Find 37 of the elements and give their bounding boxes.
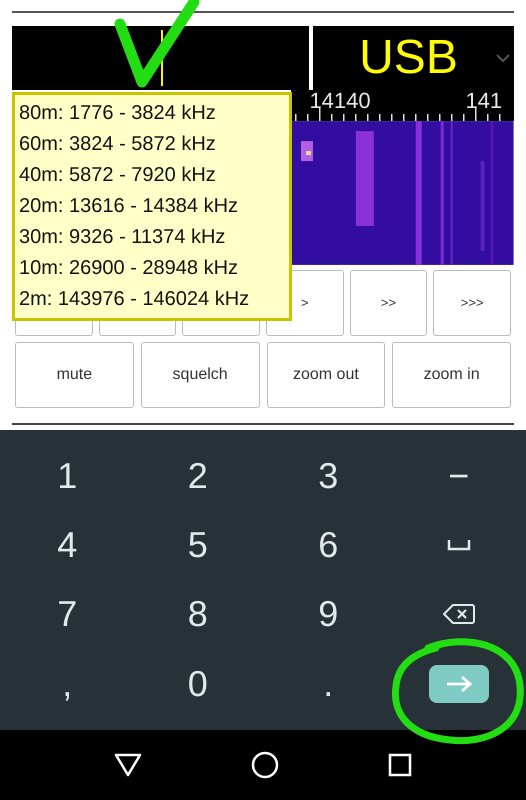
recents-icon[interactable] [388,753,412,778]
frequency-field[interactable] [12,26,309,90]
ruler-label: 14140 [309,90,371,112]
band-option[interactable]: 40m: 5872 - 7920 kHz [19,160,285,191]
keyboard-key[interactable]: . [317,666,340,702]
mode-dropdown[interactable]: USB [313,26,514,90]
chevron-down-icon [496,54,510,63]
keyboard-key[interactable]: 5 [182,527,214,564]
keyboard-key[interactable]: 6 [312,527,344,564]
keyboard-key[interactable]: 1 [51,458,84,494]
keyboard-key[interactable]: 9 [312,596,344,632]
arrow-right-icon [444,674,473,693]
band-option[interactable]: 80m: 1776 - 3824 kHz [19,98,285,129]
keyboard-key[interactable]: 7 [51,596,84,632]
control-button[interactable]: zoom in [392,342,511,408]
home-icon[interactable] [250,751,279,780]
keyboard-key[interactable]: − [442,458,476,494]
back-icon[interactable] [114,753,142,778]
control-button[interactable]: zoom out [266,342,386,408]
space-icon [446,539,471,552]
control-button[interactable]: mute [15,342,134,408]
tuning-button[interactable]: >> [350,270,428,336]
control-button[interactable]: squelch [140,342,260,408]
keyboard-key[interactable]: 8 [182,596,214,632]
keyboard-key[interactable]: 0 [182,666,214,702]
keyboard-key[interactable]: 2 [182,458,214,494]
ruler-label: 141 [465,90,502,112]
backspace-icon [442,603,475,626]
keyboard-key[interactable]: , [56,666,78,702]
band-option[interactable]: 60m: 3824 - 5872 kHz [19,129,285,160]
band-option[interactable]: 20m: 13616 - 14384 kHz [19,191,285,222]
tuning-button[interactable]: >>> [433,270,511,336]
mode-label: USB [359,30,458,86]
band-option[interactable]: 30m: 9326 - 11374 kHz [19,222,285,253]
enter-key[interactable] [428,664,489,703]
keyboard-key[interactable]: 4 [51,527,84,564]
keyboard-key[interactable]: 3 [312,458,344,494]
